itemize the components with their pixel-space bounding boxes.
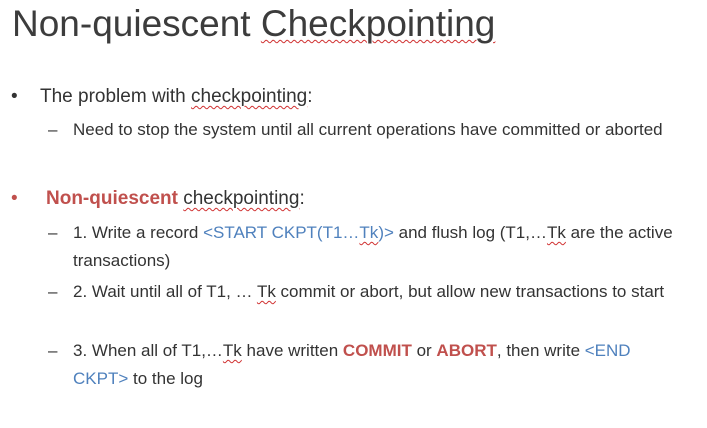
sub-bullet-marker: –: [48, 223, 58, 242]
start-ckpt-record: <START CKPT(T1…Tk)>: [203, 223, 394, 242]
title-keyword: Checkpointing: [260, 3, 496, 44]
bullet-nonquiescent-keyword: checkpointing: [183, 188, 300, 209]
bullet-marker: •: [11, 86, 18, 107]
step-2-text-b: commit or abort, but allow new transacti…: [275, 282, 665, 301]
step-2-text-a: 2. Wait until all of T1, …: [73, 282, 257, 301]
bullet-nonquiescent-suffix: :: [299, 188, 305, 209]
bullet-marker-red: •: [11, 188, 18, 209]
step-2-tk: Tk: [256, 282, 276, 301]
sub-bullet-step-3: 3. When all of T1,…Tk have written COMMI…: [73, 337, 688, 392]
sub-bullet-marker: –: [48, 282, 58, 301]
start-ckpt-part-b: Tk: [359, 223, 379, 242]
step-1-text-a: 1. Write a record: [73, 223, 204, 242]
step-3-text-e: to the log: [128, 368, 203, 388]
step-3-text-b: have written: [241, 341, 343, 360]
step-1-text-b: and flush log (T1,…: [393, 223, 547, 242]
title-text: Non-quiescent: [12, 3, 261, 44]
sub-bullet-marker: –: [48, 120, 58, 139]
slide-title: Non-quiescent Checkpointing: [12, 2, 495, 46]
bullet-problem: The problem with checkpointing:: [40, 86, 313, 108]
bullet-nonquiescent-highlight: Non-quiescent: [46, 188, 178, 209]
step-1-tk: Tk: [546, 223, 566, 242]
start-ckpt-part-c: )>: [378, 223, 394, 242]
bullet-problem-prefix: The problem with: [40, 86, 192, 107]
step-3-text-c: or: [411, 341, 437, 360]
step-3-text-a: 3. When all of T1,…: [73, 341, 223, 360]
commit-keyword: COMMIT: [342, 341, 412, 360]
abort-keyword: ABORT: [436, 341, 497, 360]
sub-bullet-step-2: 2. Wait until all of T1, … Tk commit or …: [73, 278, 688, 306]
start-ckpt-part-a: <START CKPT(T1…: [203, 223, 360, 242]
sub-bullet-step-1: 1. Write a record <START CKPT(T1…Tk)> an…: [73, 219, 688, 274]
sub-bullet-stop-system: Need to stop the system until all curren…: [73, 120, 663, 139]
bullet-nonquiescent: Non-quiescent checkpointing:: [46, 188, 305, 210]
bullet-problem-keyword: checkpointing: [191, 86, 308, 107]
step-3-text-d: , then write: [496, 341, 585, 360]
sub-bullet-marker: –: [48, 341, 58, 360]
bullet-problem-suffix: :: [307, 86, 313, 107]
step-3-tk: Tk: [222, 341, 242, 360]
